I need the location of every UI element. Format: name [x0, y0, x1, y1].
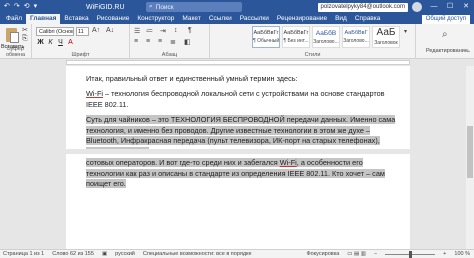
paragraph-group: ☰ ≔ ⇥ ↕ ¶ ≡ ≡ ≡ ≣ ◧ Абзац — [130, 24, 210, 59]
minimize-button[interactable]: — — [426, 0, 442, 14]
italic-button[interactable]: К — [47, 39, 54, 46]
tab-design[interactable]: Конструктор — [133, 14, 178, 24]
language[interactable]: русский — [115, 251, 135, 257]
editing-label[interactable]: Редактирование — [426, 48, 468, 54]
find-icon[interactable]: ⌕ — [442, 29, 448, 40]
undo-icon[interactable]: ↶ — [4, 0, 10, 14]
wifi-term-2: Wi-Fi — [279, 158, 297, 167]
selected-text-2a: сотовых операторов. И вот где-то среди н… — [86, 158, 280, 167]
tab-references[interactable]: Ссылки — [205, 14, 236, 24]
share-button[interactable]: Общий доступ — [421, 14, 470, 24]
font-color-button[interactable]: А — [67, 39, 74, 46]
numbering-icon[interactable]: ≔ — [146, 27, 153, 35]
zoom-level[interactable]: 100 % — [454, 251, 470, 257]
status-bar: Страница 1 из 1 Слово 62 из 155 ▣ русски… — [0, 249, 474, 258]
paragraph-1: Итак, правильный ответ и единственный ум… — [86, 74, 298, 83]
paste-button[interactable] — [3, 26, 21, 44]
tab-insert[interactable]: Вставка — [60, 14, 92, 24]
zoom-in-icon[interactable]: + — [443, 251, 446, 257]
view-icons[interactable]: ▭ ▤ ▥ — [347, 251, 366, 257]
focus-mode[interactable]: Фокусировка — [306, 251, 339, 257]
redo-icon[interactable]: ↷ — [14, 0, 20, 14]
collapse-ribbon-icon[interactable]: ⌃ — [466, 50, 471, 57]
align-right-icon[interactable]: ≡ — [158, 38, 162, 45]
style-heading-1[interactable]: АаБбВ Заголово... — [312, 26, 340, 48]
tab-layout[interactable]: Макет — [178, 14, 204, 24]
tab-review[interactable]: Рецензирование — [273, 14, 331, 24]
paragraph-4: сотовых операторов. И вот где-то среди н… — [86, 158, 398, 190]
cut-icon[interactable]: ✂ — [22, 26, 28, 34]
maximize-button[interactable]: ☐ — [442, 0, 458, 14]
style-title[interactable]: АаБ Заголовок — [372, 26, 400, 48]
sort-icon[interactable]: ↕ — [174, 27, 178, 34]
show-marks-icon[interactable]: ¶ — [188, 27, 192, 34]
underline-button[interactable]: Ч — [57, 39, 64, 46]
zoom-out-icon[interactable]: − — [374, 251, 377, 257]
paragraph-2: Wi-Fi – технология беспроводной локально… — [86, 89, 398, 110]
window-controls: — ☐ ✕ — [426, 0, 474, 14]
paragraph-group-label: Абзац — [161, 52, 178, 58]
vertical-scrollbar[interactable] — [466, 66, 474, 249]
proofing-icon[interactable]: ▣ — [102, 251, 107, 257]
horizontal-ruler[interactable] — [66, 60, 410, 65]
style-normal[interactable]: АаБбВвГг ¶ Обычный — [252, 26, 280, 48]
clipboard-group-label: Буфер обмена — [5, 46, 26, 58]
align-left-icon[interactable]: ≡ — [134, 38, 138, 45]
font-size-select[interactable]: 11 — [76, 27, 89, 36]
align-center-icon[interactable]: ≡ — [146, 38, 150, 45]
font-group-label: Шрифт — [71, 52, 90, 58]
shading-icon[interactable]: ◧ — [184, 38, 191, 46]
bullets-icon[interactable]: ☰ — [134, 27, 140, 35]
paste-sheet-icon — [10, 32, 19, 43]
style-no-spacing[interactable]: АаБбВвГг ¶ Без инт... — [282, 26, 310, 48]
zoom-slider[interactable] — [385, 250, 436, 258]
search-input[interactable]: ⌕ Поиск — [146, 2, 242, 12]
document-area: Итак, правильный ответ и единственный ум… — [0, 66, 474, 249]
account-email[interactable]: polzovatelpyky84@outlook.com — [317, 2, 408, 12]
wifi-term: Wi-Fi — [86, 89, 104, 98]
document-page-2[interactable]: сотовых операторов. И вот где-то среди н… — [66, 154, 410, 249]
title-bar: ↶ ↷ ⟲ ▾ WiFiGID.RU ⌕ Поиск polzovatelpyk… — [0, 0, 474, 14]
indent-icon[interactable]: ⇥ — [160, 27, 166, 35]
paragraph-2-text: – технология беспроводной локальной сети… — [86, 89, 385, 109]
styles-group: АаБбВвГг ¶ Обычный АаБбВвГг ¶ Без инт...… — [210, 24, 416, 59]
search-icon: ⌕ — [149, 3, 153, 10]
accessibility-status[interactable]: Специальные возможности: все в порядке — [143, 251, 252, 257]
font-name-select[interactable]: Calibri (Основ — [36, 27, 74, 36]
styles-more-icon[interactable]: ▾ — [404, 28, 407, 35]
shrink-font-icon[interactable]: A↓ — [106, 27, 114, 34]
tab-mailings[interactable]: Рассылки — [236, 14, 273, 24]
tab-draw[interactable]: Рисование — [93, 14, 134, 24]
tab-file[interactable]: Файл — [2, 14, 26, 24]
search-placeholder: Поиск — [155, 3, 174, 11]
word-count[interactable]: Слово 62 из 155 — [52, 251, 94, 257]
font-format-row: Ж К Ч А — [37, 39, 74, 46]
autosave-icon[interactable]: ⟲ — [24, 0, 30, 14]
justify-icon[interactable]: ≣ — [170, 38, 176, 46]
document-title: WiFiGID.RU — [86, 3, 125, 11]
style-heading-2[interactable]: АаБбВвГ Заголово... — [342, 26, 370, 48]
quick-access-toolbar: ↶ ↷ ⟲ ▾ — [0, 0, 86, 14]
scrollbar-thumb[interactable] — [467, 126, 473, 178]
customize-qat-icon[interactable]: ▾ — [34, 0, 38, 14]
page-count[interactable]: Страница 1 из 1 — [3, 251, 44, 257]
styles-group-label: Стили — [304, 52, 321, 58]
grow-font-icon[interactable]: A↑ — [92, 27, 100, 34]
tab-help[interactable]: Справка — [351, 14, 385, 24]
copy-icon[interactable]: ⎘ — [22, 35, 28, 43]
avatar[interactable] — [412, 2, 422, 12]
close-button[interactable]: ✕ — [458, 0, 474, 14]
ribbon-tabs: Файл Главная Вставка Рисование Конструкт… — [0, 14, 474, 24]
clipboard-group: Вставить ✂ ⎘ Буфер обмена — [0, 24, 32, 59]
tab-home[interactable]: Главная — [25, 14, 61, 24]
bold-button[interactable]: Ж — [37, 39, 44, 46]
font-group: Calibri (Основ 11 A↑ A↓ Ж К Ч А Шрифт — [32, 24, 130, 59]
tab-view[interactable]: Вид — [331, 14, 351, 24]
ribbon: Вставить ✂ ⎘ Буфер обмена Calibri (Основ… — [0, 24, 474, 59]
